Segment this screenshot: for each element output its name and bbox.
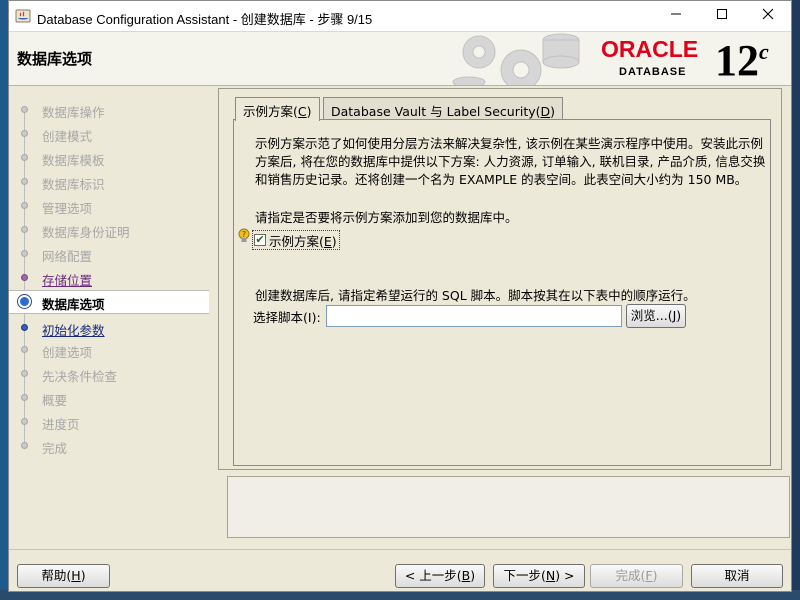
nav-step-item: 进度页 [9, 411, 209, 433]
close-icon [762, 8, 774, 20]
nav-step-label: 创建模式 [42, 129, 93, 144]
nav-step-label: 数据库身份证明 [42, 225, 130, 240]
sample-schema-checkbox[interactable]: ✔ 示例方案(E) [252, 230, 340, 250]
nav-step-label: 创建选项 [42, 345, 93, 360]
nav-step-item[interactable]: 初始化参数 [9, 317, 209, 339]
window-title: Database Configuration Assistant - 创建数据库… [37, 12, 373, 27]
help-button[interactable]: 帮助(H) [17, 564, 110, 588]
version-suffix: c [759, 39, 769, 64]
nav-step-item: 概要 [9, 387, 209, 409]
header-banner: 数据库选项 ORACLE DATABASE 12c [9, 32, 791, 86]
nav-step-label: 存储位置 [42, 273, 93, 288]
browse-button[interactable]: 浏览...(J) [626, 304, 686, 328]
cancel-button[interactable]: 取消 [691, 564, 783, 588]
nav-step-label: 概要 [42, 393, 68, 408]
title-bar[interactable]: Database Configuration Assistant - 创建数据库… [9, 1, 791, 32]
step-status-dot-icon [18, 295, 31, 308]
nav-step-item: 网络配置 [9, 243, 209, 265]
checkbox-box[interactable]: ✔ [254, 234, 266, 246]
steps-navigation: 数据库操作创建模式数据库模板数据库标识管理选项数据库身份证明 网络配置存储位置数据… [9, 87, 209, 539]
nav-step-item: 数据库模板 [9, 147, 209, 169]
tab-database-vault[interactable]: Database Vault 与 Label Security(D) [323, 97, 564, 119]
nav-step-item[interactable]: 存储位置 [9, 267, 209, 289]
database-wordmark: DATABASE [619, 66, 687, 78]
step-status-dot-icon [21, 370, 28, 377]
nav-step-label: 网络配置 [42, 249, 93, 264]
nav-step-item: 数据库选项 [9, 290, 209, 314]
tab-sample-schemas[interactable]: 示例方案(C) [235, 97, 320, 121]
step-status-dot-icon [21, 106, 28, 113]
back-button[interactable]: < 上一步(B) [395, 564, 485, 588]
nav-step-label: 初始化参数 [42, 323, 105, 338]
oracle-wordmark: ORACLE [601, 36, 699, 62]
maximize-button[interactable] [699, 1, 745, 31]
maximize-icon [717, 9, 727, 19]
next-button[interactable]: 下一步(N) > [493, 564, 585, 588]
svg-text:?: ? [242, 230, 246, 239]
step-status-dot-icon [21, 250, 28, 257]
nav-step-label: 数据库操作 [42, 105, 105, 120]
nav-step-label: 管理选项 [42, 201, 93, 216]
nav-step-item: 数据库操作 [9, 99, 209, 121]
nav-step-label: 完成 [42, 441, 68, 456]
nav-step-item: 先决条件检查 [9, 363, 209, 385]
step-status-dot-icon [21, 178, 28, 185]
version-12c-mark: 12c [715, 35, 769, 85]
footer-separator [9, 549, 791, 550]
step-status-dot-icon [21, 324, 28, 331]
nav-step-label: 先决条件检查 [42, 369, 118, 384]
java-app-icon [15, 9, 31, 23]
sample-schema-checkbox-label: 示例方案(E) [269, 233, 337, 249]
step-status-dot-icon [21, 274, 28, 281]
step-status-dot-icon [21, 154, 28, 161]
close-button[interactable] [745, 1, 791, 31]
nav-step-item: 数据库标识 [9, 171, 209, 193]
page-title: 数据库选项 [17, 50, 93, 68]
sample-schema-description: 示例方案示范了如何使用分层方法来解决复杂性, 该示例在某些演示程序中使用。安装此… [255, 136, 766, 187]
desktop-background [0, 0, 8, 600]
nav-step-item: 创建模式 [9, 123, 209, 145]
step-status-dot-icon [21, 442, 28, 449]
nav-step-label: 数据库模板 [42, 153, 105, 168]
version-number: 12 [715, 36, 759, 85]
minimize-button[interactable] [653, 1, 699, 31]
step-status-dot-icon [21, 202, 28, 209]
nav-step-item: 数据库身份证明 [9, 219, 209, 241]
dbca-window: Database Configuration Assistant - 创建数据库… [8, 0, 792, 592]
nav-step-label: 数据库标识 [42, 177, 105, 192]
step-status-dot-icon [21, 130, 28, 137]
sample-schema-prompt: 请指定是否要将示例方案添加到您的数据库中。 [255, 210, 518, 225]
message-area [227, 476, 790, 538]
nav-step-label: 进度页 [42, 417, 80, 432]
select-script-label: 选择脚本(I): [253, 310, 321, 325]
minimize-icon [671, 13, 681, 15]
nav-step-label: 数据库选项 [42, 297, 105, 312]
nav-step-item: 创建选项 [9, 339, 209, 361]
select-script-input[interactable] [326, 305, 622, 327]
step-status-dot-icon [21, 226, 28, 233]
nav-step-item: 完成 [9, 435, 209, 457]
step-status-dot-icon [21, 346, 28, 353]
gears-database-art [452, 33, 580, 85]
finish-button: 完成(F) [590, 564, 683, 588]
nav-step-item: 管理选项 [9, 195, 209, 217]
lightbulb-hint-icon: ? [238, 228, 250, 242]
step-status-dot-icon [21, 394, 28, 401]
post-creation-scripts-text: 创建数据库后, 请指定希望运行的 SQL 脚本。脚本按其在以下表中的顺序运行。 [255, 288, 696, 303]
step-status-dot-icon [21, 418, 28, 425]
